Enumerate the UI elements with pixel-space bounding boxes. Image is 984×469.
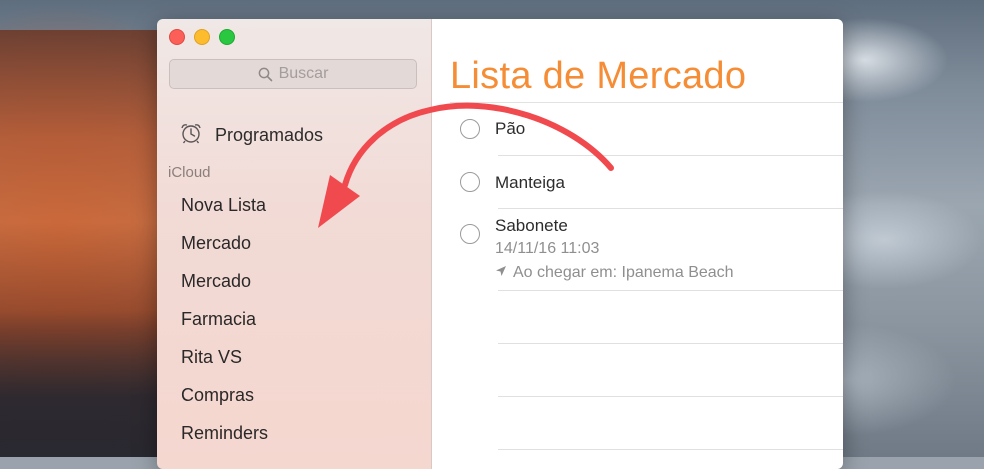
reminder-date: 14/11/16 11:03	[495, 240, 600, 257]
wallpaper-shadow	[0, 310, 170, 457]
reminder-title[interactable]: Sabonete	[495, 216, 568, 236]
close-button[interactable]	[169, 29, 185, 45]
sidebar: Buscar Programados iCloud Nova Lista Mer…	[157, 19, 432, 469]
section-label-icloud: iCloud	[168, 164, 211, 181]
row-divider	[498, 396, 843, 397]
page-title: Lista de Mercado	[450, 55, 747, 97]
location-arrow-icon	[495, 264, 507, 282]
sidebar-item-mercado[interactable]: Mercado	[181, 233, 268, 271]
row-divider	[498, 343, 843, 344]
reminder-lists: Nova Lista Mercado Mercado Farmacia Rita…	[181, 195, 268, 461]
alarm-clock-icon	[179, 122, 203, 149]
minimize-button[interactable]	[194, 29, 210, 45]
sidebar-item-compras[interactable]: Compras	[181, 385, 268, 423]
location-text: Ao chegar em: Ipanema Beach	[513, 264, 734, 281]
completion-checkbox[interactable]	[460, 119, 480, 139]
search-input[interactable]: Buscar	[169, 59, 417, 89]
sidebar-item-label: Programados	[215, 125, 324, 145]
sidebar-item-nova-lista[interactable]: Nova Lista	[181, 195, 268, 233]
row-divider	[498, 449, 843, 450]
reminder-location: Ao chegar em: Ipanema Beach	[495, 264, 734, 282]
title-divider	[450, 102, 843, 103]
row-divider	[498, 290, 843, 291]
zoom-button[interactable]	[219, 29, 235, 45]
window-controls	[169, 29, 235, 45]
sidebar-item-reminders[interactable]: Reminders	[181, 423, 268, 461]
search-icon	[258, 67, 273, 82]
reminder-title[interactable]: Manteiga	[495, 173, 565, 193]
reminder-title[interactable]: Pão	[495, 119, 525, 139]
search-placeholder: Buscar	[278, 65, 329, 82]
sidebar-item-rita-vs[interactable]: Rita VS	[181, 347, 268, 385]
completion-checkbox[interactable]	[460, 224, 480, 244]
reminders-window: Buscar Programados iCloud Nova Lista Mer…	[157, 19, 843, 469]
sidebar-item-farmacia[interactable]: Farmacia	[181, 309, 268, 347]
sidebar-item-mercado-2[interactable]: Mercado	[181, 271, 268, 309]
row-divider	[498, 208, 843, 209]
sidebar-item-scheduled[interactable]: Programados	[179, 122, 323, 149]
list-detail: Lista de Mercado Pão Manteiga Sabonete 1…	[432, 19, 843, 469]
completion-checkbox[interactable]	[460, 172, 480, 192]
row-divider	[498, 155, 843, 156]
